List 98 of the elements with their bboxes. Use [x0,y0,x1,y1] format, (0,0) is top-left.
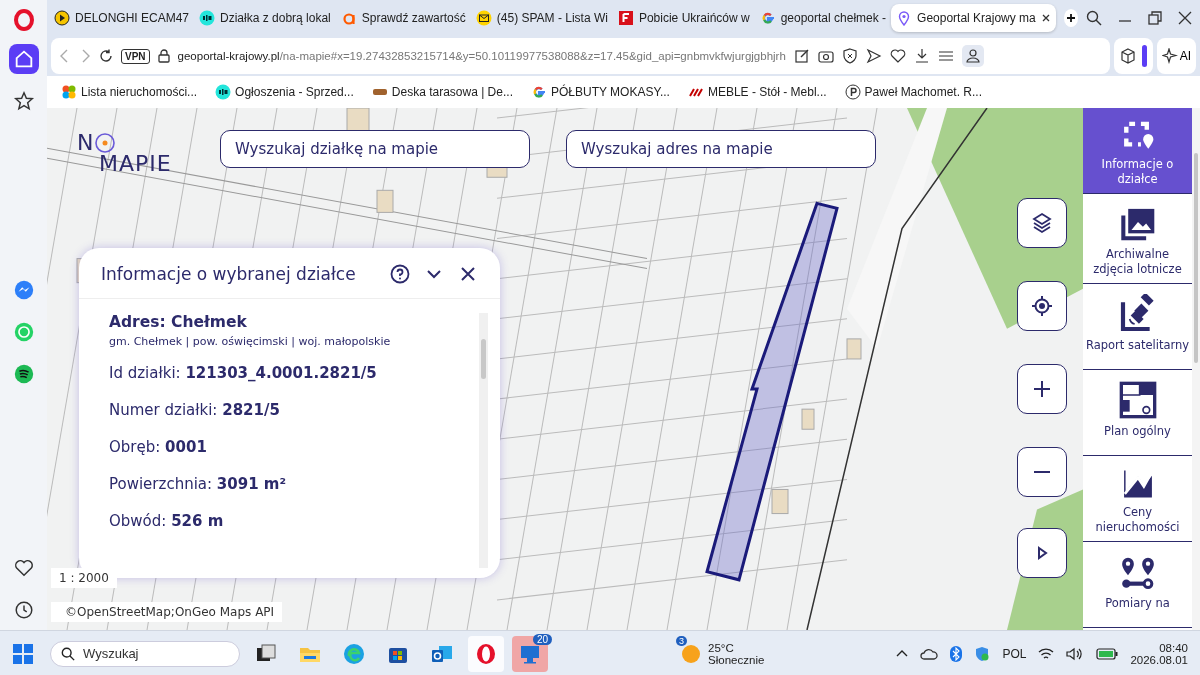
start-icon[interactable] [12,642,34,665]
speaker-icon[interactable] [1066,646,1085,661]
locate-icon [1030,294,1054,318]
sun-icon[interactable] [680,642,703,665]
search-button[interactable]: Wyszukaj adres na mapie [566,130,876,168]
sidebar-toggle-icon[interactable] [1141,45,1147,67]
parcel-field: Id działki: 121303_4.0001.2821/5 [109,364,479,382]
pin-icon [94,131,117,154]
search-button[interactable]: Wyszukaj działkę na mapie [220,130,530,168]
play-icon [54,10,70,26]
ai-button[interactable]: AI [1156,38,1196,74]
url-text[interactable]: geoportal-krajowy.pl/na-mapie#x=19.27432853215714&y=50.10119977538088&z=17.45&gid_api=gnbmvkfwjurgjgbhjrh [177,50,786,62]
whatsapp-icon [12,321,35,343]
home-button[interactable] [8,44,39,74]
star-icon [12,90,35,112]
weather-badge: 3 [676,635,688,646]
search-icon[interactable] [1086,10,1102,26]
layers-icon [1030,211,1054,235]
language-indicator[interactable]: POL [1002,646,1027,661]
letter-icon [844,84,861,100]
wifi-icon[interactable] [1038,646,1055,661]
scrollbar[interactable] [1192,108,1200,630]
messenger-icon [12,279,35,301]
browser-tab[interactable]: Działka z dobrą lokal [194,4,336,32]
bookmark-link[interactable]: Paweł Machomet. R... [844,84,982,100]
zoom-out-button[interactable] [1017,447,1067,497]
browser-tab[interactable]: Geoportal Krajowy ma [891,4,1056,32]
search-field[interactable]: Wyszukaj [50,640,240,667]
letter-icon [617,10,634,26]
bluetooth-icon[interactable] [950,645,963,662]
locate-button[interactable] [1017,281,1067,331]
spotify-icon [12,363,35,385]
plus-icon [1065,13,1076,23]
bookmark-link[interactable]: Ogłoszenia - Sprzed... [215,84,354,100]
lock-icon[interactable] [157,49,170,63]
download-icon[interactable] [913,48,930,64]
temperature: 25°C [708,641,735,654]
panel-title: Informacje o wybranej działce [101,264,357,284]
logo-text: N [77,130,95,155]
bookmark-link[interactable]: Deska tarasowa | De... [371,84,513,100]
map-scale: 1 : 2000 [51,568,117,588]
envelope-icon [475,10,492,26]
logo-text: MAPIE [99,151,172,176]
browser-tab[interactable]: Sprawdź zawartość [335,4,471,32]
opera-logo-icon[interactable] [11,8,36,32]
browser-icon [342,641,366,666]
parcel-field: Obwód: 526 m [109,512,479,530]
map-attribution: ©OpenStreetMap;OnGeo Maps API [51,602,283,622]
address-heading: Adres: Chełmek [109,313,248,331]
shield-icon[interactable] [841,48,858,64]
clock-time[interactable]: 08:40 [1159,641,1188,654]
profile-icon[interactable] [961,45,984,67]
parcel-field: Numer działki: 2821/5 [109,401,479,419]
expand-button[interactable] [1017,528,1067,578]
bookmark-link[interactable]: Lista nieruchomości... [61,84,198,100]
close-icon[interactable] [1040,13,1051,23]
sliders-icon[interactable] [937,48,954,64]
vpn-badge[interactable]: VPN [121,48,150,64]
heart-icon [12,557,35,579]
bookmark-link[interactable]: PÓŁBUTY MOKASY... [530,84,670,100]
olx-icon [215,84,232,100]
dots-icon [61,84,77,100]
restore-icon[interactable] [1148,11,1162,25]
zoning-plan-icon [1117,380,1158,420]
browser-tab[interactable]: (45) SPAM - Lista Wi [470,4,613,32]
close-icon[interactable] [1178,11,1192,25]
heart-icon[interactable] [889,48,906,64]
letter-icon [340,10,357,26]
parcel-field: Obręb: 0001 [109,438,479,456]
browser-tab[interactable]: geoportal chełmek - [754,4,892,32]
cloud-icon[interactable] [920,646,939,661]
olx-icon [199,10,216,26]
search-icon [61,646,75,661]
send-icon[interactable] [865,48,882,64]
layers-button[interactable] [1017,198,1067,248]
sparkle-icon [1161,48,1178,64]
clock-date[interactable]: 2026.08.01 [1130,653,1188,666]
help-icon [390,264,410,284]
scrollbar[interactable] [479,313,488,568]
zoom-in-button[interactable] [1017,364,1067,414]
battery-icon[interactable] [1096,647,1119,660]
close-icon [460,266,476,282]
reload-icon[interactable] [99,49,113,63]
new-tab-button[interactable] [1063,9,1078,27]
browser-tab[interactable]: Pobicie Ukraińców w [612,4,755,32]
opera-icon [474,641,498,666]
edit-icon[interactable] [793,48,810,64]
tool-button[interactable]: Informacje o działce [1083,108,1192,194]
camera-icon[interactable] [817,48,834,64]
browser-tab[interactable]: DELONGHI ECAM47 [49,4,195,32]
parcel-field: Powierzchnia: 3091 m² [109,475,479,493]
minus-icon [1034,471,1050,473]
bookmark-link[interactable]: MEBLE - Stół - Mebl... [687,84,827,100]
cube-icon[interactable] [1119,48,1136,64]
weather-condition: Słonecznie [708,653,765,666]
help-button[interactable] [388,262,412,286]
region-text: gm. Chełmek | pow. oświęcimski | woj. małopolskie [109,335,392,348]
notification-count: 20 [532,633,552,645]
